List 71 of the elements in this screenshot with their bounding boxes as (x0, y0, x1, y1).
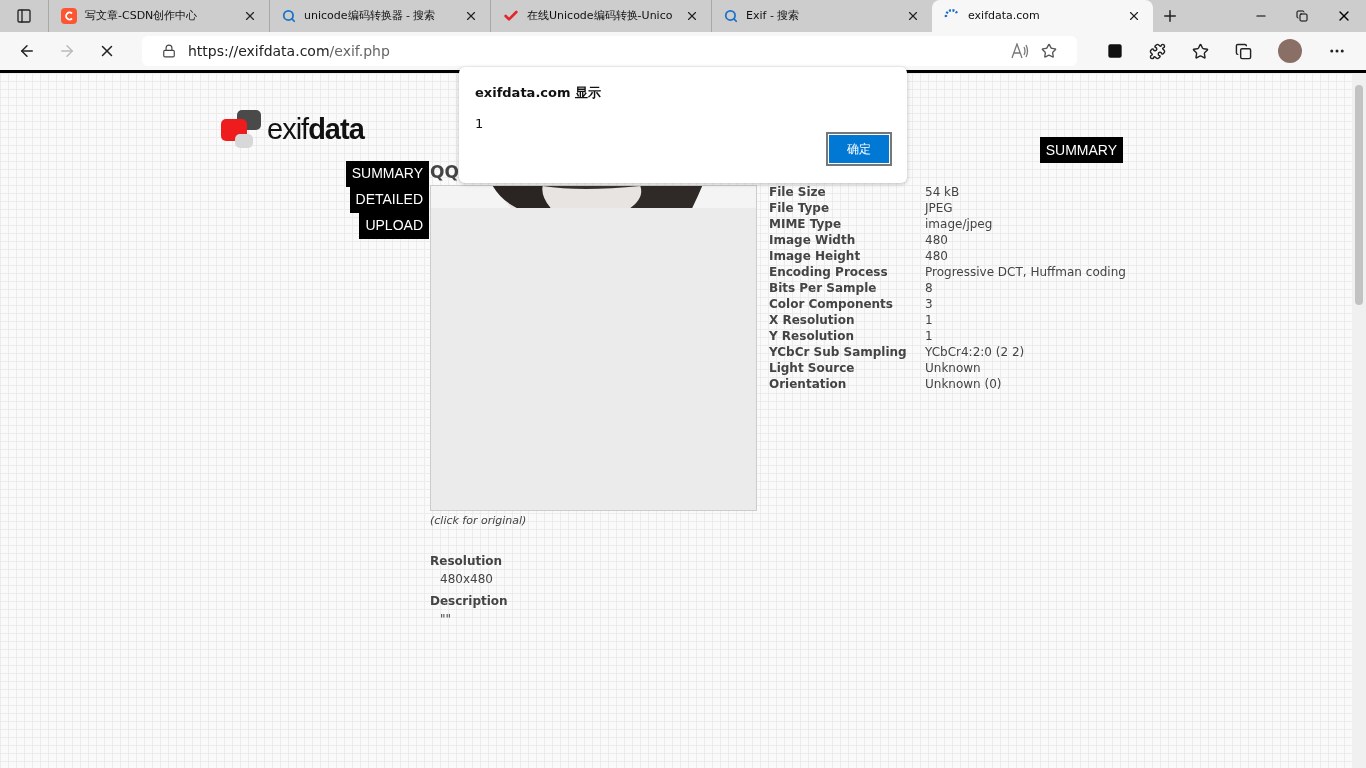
exif-label: Orientation (769, 376, 848, 393)
favorites-icon[interactable] (1192, 42, 1209, 60)
address-bar[interactable]: https://exifdata.com/exif.php (142, 36, 1077, 66)
dialog-message: 1 (475, 114, 485, 133)
exif-label: Color Components (769, 296, 894, 313)
close-icon[interactable] (685, 9, 699, 23)
exif-value: 54 kB (925, 184, 960, 201)
nav-link[interactable]: DETAILED (349, 186, 429, 213)
tab-title: exifdata.com (968, 7, 1041, 24)
url-text: https://exifdata.com/exif.php (188, 41, 391, 61)
extensions-icon[interactable] (1149, 42, 1166, 60)
read-aloud-icon[interactable] (1011, 43, 1029, 59)
exif-label: Image Width (769, 232, 857, 249)
lock-icon (162, 44, 176, 58)
close-icon[interactable] (906, 9, 920, 23)
exif-label: Encoding Process (769, 264, 889, 281)
exif-value: JPEG (925, 200, 953, 217)
exif-label: File Type (769, 200, 831, 217)
image-caption[interactable]: (click for original) (430, 513, 757, 530)
exif-value: 480 (925, 248, 948, 265)
exif-value: 8 (925, 280, 933, 297)
favorite-icon[interactable] (1041, 43, 1057, 59)
info-value: 480x480 (439, 570, 494, 588)
check-icon (503, 8, 519, 24)
exif-value: image/jpeg (925, 216, 993, 233)
exif-label: X Resolution (769, 312, 856, 329)
exif-label: Image Height (769, 248, 862, 265)
exif-value: Unknown (925, 360, 981, 377)
info-value: "" (439, 610, 453, 628)
tab-actions-icon[interactable] (16, 8, 32, 24)
exif-label: YCbCr Sub Sampling (769, 344, 908, 361)
extension-icon[interactable] (1107, 43, 1123, 59)
tab-title: Exif - 搜索 (746, 7, 801, 24)
info-label: Description (430, 592, 509, 610)
exif-value: YCbCr4:2:0 (2 2) (925, 344, 1025, 361)
summary-button[interactable]: SUMMARY (1039, 137, 1123, 163)
exif-value: 1 (925, 312, 933, 329)
exif-label: Y Resolution (769, 328, 855, 345)
exif-label: File Size (769, 184, 827, 201)
profile-avatar[interactable] (1278, 39, 1302, 63)
search-icon (724, 9, 738, 23)
csdn-icon (61, 8, 77, 24)
scrollbar[interactable] (1352, 73, 1366, 768)
close-icon[interactable] (464, 9, 478, 23)
tab-title: unicode编码转换器 - 搜索 (304, 7, 437, 24)
exif-value: 1 (925, 328, 933, 345)
exif-label: Bits Per Sample (769, 280, 878, 297)
exif-value: Unknown (0) (925, 376, 1002, 393)
image-title: QQ (430, 161, 460, 184)
dialog-title: exifdata.com 显示 (475, 84, 603, 102)
exif-value: Progressive DCT, Huffman coding (925, 264, 1126, 281)
exif-label: Light Source (769, 360, 856, 377)
restore-icon[interactable] (1296, 10, 1308, 22)
nav-link[interactable]: UPLOAD (359, 212, 429, 239)
tab-title: 写文章-CSDN创作中心 (85, 7, 199, 24)
nav-link[interactable]: SUMMARY (345, 160, 429, 187)
search-icon (282, 9, 296, 23)
close-icon[interactable] (1127, 9, 1141, 23)
browser-tab[interactable]: exifdata.com (932, 0, 1153, 32)
logo-icon (221, 109, 263, 150)
collections-icon[interactable] (1235, 42, 1252, 60)
logo-text: exifdata (267, 112, 364, 147)
exif-label: MIME Type (769, 216, 843, 233)
ok-button[interactable]: 确定 (829, 135, 889, 163)
back-icon[interactable] (18, 42, 36, 60)
tab-title: 在线Unicode编码转换-Unico (527, 7, 674, 24)
exif-value: 3 (925, 296, 933, 313)
info-label: Resolution (430, 552, 504, 570)
exif-value: 480 (925, 232, 948, 249)
close-icon[interactable] (243, 9, 257, 23)
new-tab-icon[interactable] (1161, 7, 1179, 25)
